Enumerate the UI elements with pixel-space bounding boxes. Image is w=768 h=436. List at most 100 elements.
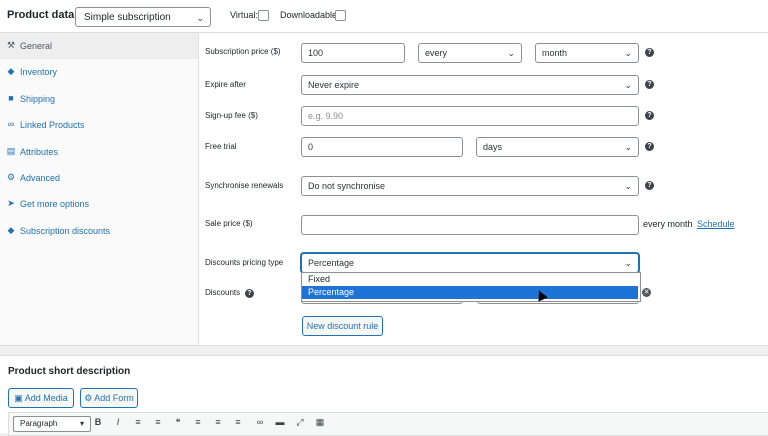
schedule-link[interactable]: Schedule	[697, 219, 735, 229]
virtual-checkbox[interactable]	[258, 10, 269, 21]
signup-fee-label: Sign-up fee ($)	[205, 111, 258, 120]
sale-price-suffix: every month	[643, 219, 693, 229]
billing-interval-select[interactable]: every ⌄	[418, 43, 522, 63]
free-trial-value: 0	[308, 142, 314, 152]
help-icon[interactable]: ?	[645, 111, 654, 120]
align-right-icon[interactable]: ≡	[231, 417, 245, 427]
list-icon: ▤	[6, 146, 16, 156]
product-type-value: Simple subscription	[84, 12, 171, 23]
product-data-tabs: ⚒ General ◆ Inventory ■ Shipping ∞ Linke…	[0, 33, 199, 345]
short-description-title: Product short description	[8, 366, 131, 377]
help-icon[interactable]: ?	[645, 181, 654, 190]
help-icon[interactable]: ?	[645, 80, 654, 89]
billing-period-value: month	[542, 48, 568, 58]
plugin-icon: ➤	[7, 198, 15, 208]
chevron-down-icon: ▾	[79, 419, 84, 428]
format-select[interactable]: Paragraph ▾	[13, 416, 91, 432]
tab-label: General	[20, 41, 53, 51]
gear-icon: ⚙	[6, 172, 16, 182]
chevron-down-icon: ⌄	[507, 48, 515, 58]
numbered-list-icon[interactable]: ≡	[151, 417, 165, 427]
italic-icon[interactable]: I	[111, 417, 125, 427]
help-icon[interactable]: ?	[245, 289, 254, 298]
link-icon[interactable]: ∞	[253, 417, 267, 427]
tab-subscription-discounts[interactable]: ◆ Subscription discounts	[0, 218, 198, 244]
discount-type-select[interactable]: Percentage ⌄	[301, 253, 639, 273]
tab-label: Advanced	[20, 173, 61, 183]
product-data-panel: Product data — Simple subscription ⌄ Vir…	[0, 0, 768, 346]
chevron-down-icon: ⌄	[624, 48, 632, 58]
free-trial-label: Free trial	[205, 142, 237, 151]
product-data-header: Product data — Simple subscription ⌄ Vir…	[0, 0, 768, 33]
truck-icon: ■	[8, 93, 14, 103]
expire-select[interactable]: Never expire ⌄	[301, 75, 639, 95]
free-trial-input[interactable]: 0	[301, 137, 463, 157]
add-form-label: Add Form	[94, 393, 134, 403]
fullscreen-icon[interactable]: ⤢	[293, 417, 307, 428]
free-trial-period-value: days	[483, 142, 503, 152]
tag-icon: ◆	[7, 66, 15, 76]
media-icon: ▣	[14, 393, 23, 403]
tag-icon: ◆	[7, 225, 15, 235]
tab-get-more-options[interactable]: ➤ Get more options	[0, 191, 198, 217]
downloadable-checkbox[interactable]	[335, 10, 346, 21]
chevron-down-icon: ⌄	[624, 80, 632, 90]
tab-label: Inventory	[20, 67, 58, 77]
wrench-icon: ⚒	[6, 40, 16, 50]
subscription-price-input[interactable]: 100	[301, 43, 405, 63]
subscription-price-value: 100	[308, 48, 324, 58]
bullet-list-icon[interactable]: ≡	[131, 417, 145, 427]
add-media-button[interactable]: ▣ Add Media	[8, 388, 74, 408]
sale-price-input[interactable]	[301, 215, 639, 235]
blockquote-icon[interactable]: ❝	[171, 417, 185, 428]
chevron-down-icon: ⌄	[624, 181, 632, 191]
tab-shipping[interactable]: ■ Shipping	[0, 86, 198, 112]
remove-rule-icon[interactable]: ✕	[642, 288, 651, 297]
tab-label: Attributes	[20, 147, 59, 157]
tab-advanced[interactable]: ⚙ Advanced	[0, 165, 198, 191]
signup-fee-input[interactable]: e.g. 9.90	[301, 106, 639, 126]
tab-general[interactable]: ⚒ General	[0, 33, 198, 59]
add-media-label: Add Media	[24, 393, 68, 403]
downloadable-label: Downloadable:	[280, 10, 340, 20]
expire-label: Expire after	[205, 80, 246, 89]
product-type-select[interactable]: Simple subscription ⌄	[75, 7, 211, 27]
expire-value: Never expire	[308, 80, 360, 90]
billing-period-select[interactable]: month ⌄	[535, 43, 639, 63]
billing-interval-value: every	[425, 48, 448, 58]
help-icon[interactable]: ?	[645, 48, 654, 57]
chevron-down-icon: ⌄	[196, 13, 204, 23]
subscription-price-label: Subscription price ($)	[205, 47, 281, 56]
link-icon: ∞	[7, 119, 15, 129]
toolbar-toggle-icon[interactable]: ▦	[313, 417, 327, 428]
tab-label: Shipping	[20, 94, 56, 104]
tab-inventory[interactable]: ◆ Inventory	[0, 59, 198, 85]
signup-fee-placeholder: e.g. 9.90	[308, 111, 344, 121]
dropdown-option-percentage[interactable]: Percentage	[302, 286, 638, 299]
chevron-down-icon: ⌄	[624, 142, 632, 152]
align-center-icon[interactable]: ≡	[211, 417, 225, 427]
bold-icon[interactable]: B	[91, 417, 105, 427]
sync-renewals-select[interactable]: Do not synchronise ⌄	[301, 176, 639, 196]
discount-type-value: Percentage	[308, 258, 355, 268]
read-more-icon[interactable]: ▬	[273, 417, 287, 427]
tab-label: Get more options	[20, 199, 90, 209]
add-form-button[interactable]: ⚙ Add Form	[80, 388, 138, 408]
tab-label: Linked Products	[20, 120, 85, 130]
form-icon: ⚙	[84, 393, 93, 403]
dropdown-option-fixed[interactable]: Fixed	[302, 273, 638, 286]
align-left-icon[interactable]: ≡	[191, 417, 205, 427]
discount-type-dropdown: Fixed Percentage	[301, 272, 641, 302]
chevron-down-icon: ⌄	[624, 258, 632, 268]
tab-attributes[interactable]: ▤ Attributes	[0, 139, 198, 165]
sync-renewals-label: Synchronise renewals	[205, 181, 284, 190]
help-icon[interactable]: ?	[645, 142, 654, 151]
discount-type-label: Discounts pricing type	[205, 258, 284, 267]
tab-linked-products[interactable]: ∞ Linked Products	[0, 112, 198, 138]
virtual-label: Virtual:	[230, 10, 258, 20]
sale-price-label: Sale price ($)	[205, 219, 253, 228]
new-discount-rule-button[interactable]: New discount rule	[302, 316, 383, 336]
tab-label: Subscription discounts	[20, 226, 111, 236]
format-select-value: Paragraph	[20, 419, 58, 428]
free-trial-period-select[interactable]: days ⌄	[476, 137, 639, 157]
